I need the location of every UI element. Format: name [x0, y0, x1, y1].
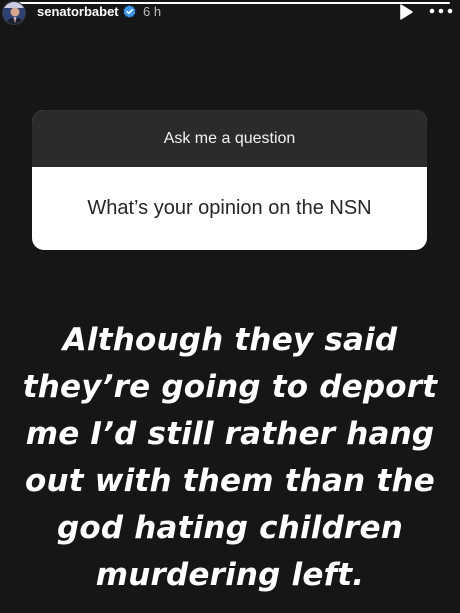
caption-line: murdering left. [95, 557, 365, 593]
caption-line: they’re going to deport [22, 369, 438, 405]
profile-avatar[interactable] [2, 1, 26, 25]
caption-line: Although they said [62, 322, 398, 358]
verified-badge-icon [123, 5, 136, 18]
play-icon[interactable] [397, 3, 415, 21]
more-options-icon[interactable] [427, 4, 455, 18]
story-header: senatorbabet 6 h [0, 0, 460, 26]
question-sticker[interactable]: Ask me a question What’s your opinion on… [32, 110, 427, 250]
caption-line: out with them than the [25, 463, 435, 499]
question-sticker-prompt: Ask me a question [32, 110, 427, 167]
post-timestamp: 6 h [143, 4, 162, 19]
question-sticker-question: What’s your opinion on the NSN [87, 197, 372, 219]
story-viewer[interactable]: senatorbabet 6 h Ask me a question What’… [0, 0, 460, 613]
username[interactable]: senatorbabet [37, 4, 119, 20]
caption-line: god hating children [56, 510, 404, 546]
story-caption: Although they said they’re going to depo… [0, 317, 460, 599]
caption-line: me I’d still rather hang [25, 416, 435, 452]
